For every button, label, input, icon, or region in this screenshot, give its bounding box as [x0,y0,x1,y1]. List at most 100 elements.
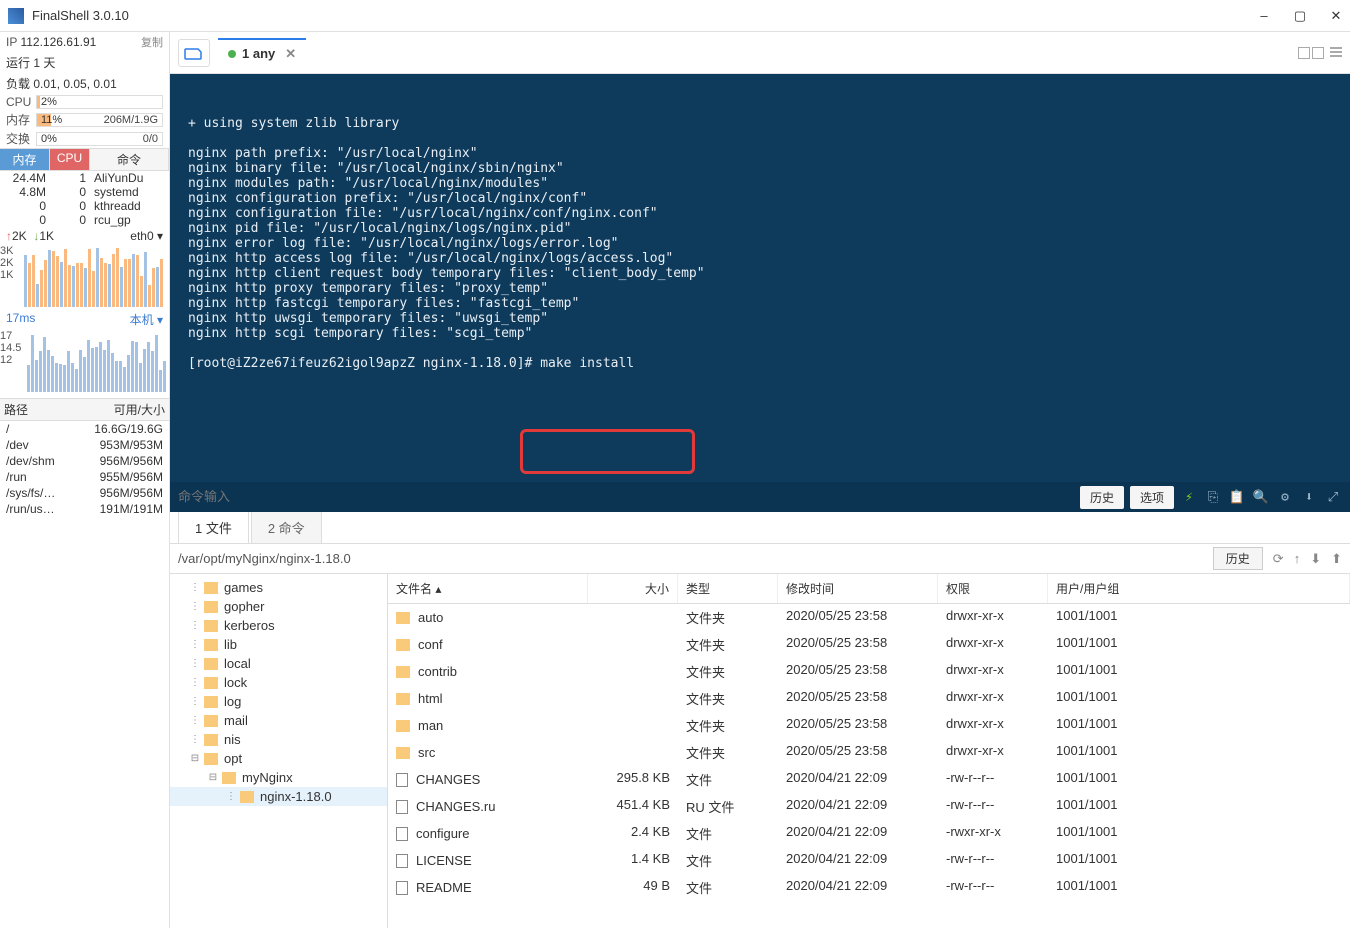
terminal[interactable]: + using system zlib library nginx path p… [170,74,1350,512]
folder-icon [204,753,218,765]
file-row[interactable]: conf文件夹2020/05/25 23:58drwxr-xr-x1001/10… [388,631,1350,658]
tree-item[interactable]: ⋮mail [170,711,387,730]
view-switcher[interactable] [1298,47,1342,59]
path-display[interactable]: /var/opt/myNginx/nginx-1.18.0 [178,551,1213,566]
paste-icon[interactable]: 📋 [1228,490,1246,505]
command-input[interactable] [178,490,1080,505]
download-icon[interactable]: ⬇ [1300,490,1318,505]
file-list: 文件名 ▴ 大小 类型 修改时间 权限 用户/用户组 auto文件夹2020/0… [388,574,1350,928]
ping-row: 17ms 本机 ▾ [0,309,169,330]
app-logo [8,8,24,24]
file-row[interactable]: LICENSE1.4 KB文件2020/04/21 22:09-rw-r--r-… [388,847,1350,874]
search-icon[interactable]: 🔍 [1252,490,1270,505]
disk-row[interactable]: /dev953M/953M [0,437,169,453]
tree-item[interactable]: ⋮lock [170,673,387,692]
disk-row[interactable]: /run/us…191M/191M [0,501,169,517]
options-button[interactable]: 选项 [1130,486,1174,509]
folder-tree[interactable]: ⋮games⋮gopher⋮kerberos⋮lib⋮local⋮lock⋮lo… [170,574,388,928]
folder-icon [396,639,410,651]
tree-item[interactable]: ⋮local [170,654,387,673]
load-row: 负载 0.01, 0.05, 0.01 [0,73,169,94]
file-row[interactable]: contrib文件夹2020/05/25 23:58drwxr-xr-x1001… [388,658,1350,685]
file-row[interactable]: html文件夹2020/05/25 23:58drwxr-xr-x1001/10… [388,685,1350,712]
tree-item[interactable]: ⊟myNginx [170,768,387,787]
history-button[interactable]: 历史 [1080,486,1124,509]
file-icon [396,800,408,814]
download-file-icon[interactable]: ⬇ [1310,551,1321,567]
tree-item[interactable]: ⋮nginx-1.18.0 [170,787,387,806]
process-header: 内存 CPU 命令 [0,148,169,171]
copy-ip-button[interactable]: 复制 [141,34,163,50]
copy-icon[interactable]: ⎘ [1204,490,1222,505]
upload-file-icon[interactable]: ⬆ [1331,551,1342,567]
tree-item[interactable]: ⊟opt [170,749,387,768]
disk-row[interactable]: /dev/shm956M/956M [0,453,169,469]
folder-icon [396,720,410,732]
close-button[interactable]: ✕ [1330,10,1342,22]
file-row[interactable]: src文件夹2020/05/25 23:58drwxr-xr-x1001/100… [388,739,1350,766]
process-row[interactable]: 4.8M0systemd [0,185,169,199]
upload-icon[interactable]: ↑ [1294,551,1301,567]
titlebar: FinalShell 3.0.10 – ▢ ✕ [0,0,1350,32]
file-list-header[interactable]: 文件名 ▴ 大小 类型 修改时间 权限 用户/用户组 [388,574,1350,604]
session-tabs: 1 any ✕ [170,32,1350,74]
process-list: 24.4M1AliYunDu4.8M0systemd00kthreadd00rc… [0,171,169,227]
folder-icon [204,620,218,632]
file-row[interactable]: man文件夹2020/05/25 23:58drwxr-xr-x1001/100… [388,712,1350,739]
mem-stat: 内存 11%206M/1.9G [0,110,169,129]
file-browser: ⋮games⋮gopher⋮kerberos⋮lib⋮local⋮lock⋮lo… [170,574,1350,928]
swap-stat: 交换 0%0/0 [0,129,169,148]
folder-icon [396,666,410,678]
folder-icon [222,772,236,784]
folder-icon [204,696,218,708]
disk-row[interactable]: /run955M/956M [0,469,169,485]
refresh-icon[interactable]: ⟳ [1273,551,1284,567]
file-row[interactable]: configure2.4 KB文件2020/04/21 22:09-rwxr-x… [388,820,1350,847]
tab-files[interactable]: 1 文件 [178,511,249,543]
file-row[interactable]: auto文件夹2020/05/25 23:58drwxr-xr-x1001/10… [388,604,1350,631]
ping-chart [27,332,166,392]
process-row[interactable]: 00rcu_gp [0,213,169,227]
net-chart [24,247,163,307]
disk-row[interactable]: /16.6G/19.6G [0,421,169,437]
folder-icon [240,791,254,803]
app-title: FinalShell 3.0.10 [32,8,1258,23]
tree-item[interactable]: ⋮games [170,578,387,597]
folder-icon [396,747,410,759]
path-history-button[interactable]: 历史 [1213,547,1263,570]
highlight-box [520,429,695,474]
process-row[interactable]: 24.4M1AliYunDu [0,171,169,185]
maximize-button[interactable]: ▢ [1294,10,1306,22]
tab-session[interactable]: 1 any ✕ [218,38,306,68]
tab-commands[interactable]: 2 命令 [251,511,322,543]
file-row[interactable]: README49 B文件2020/04/21 22:09-rw-r--r--10… [388,874,1350,901]
disk-row[interactable]: /sys/fs/…956M/956M [0,485,169,501]
tree-item[interactable]: ⋮gopher [170,597,387,616]
close-tab-icon[interactable]: ✕ [285,46,296,62]
file-icon [396,881,408,895]
folder-icon [204,734,218,746]
expand-icon[interactable]: ⤢ [1324,490,1342,505]
file-icon [396,773,408,787]
tree-item[interactable]: ⋮kerberos [170,616,387,635]
minimize-button[interactable]: – [1258,10,1270,22]
terminal-footer: 历史 选项 ⚡ ⎘ 📋 🔍 ⚙ ⬇ ⤢ [170,482,1350,512]
cpu-stat: CPU 2% [0,94,169,110]
file-row[interactable]: CHANGES.ru451.4 KBRU 文件2020/04/21 22:09-… [388,793,1350,820]
tree-item[interactable]: ⋮lib [170,635,387,654]
folder-icon [204,677,218,689]
process-row[interactable]: 00kthreadd [0,199,169,213]
uptime-row: 运行 1 天 [0,52,169,73]
bottom-tabs: 1 文件 2 命令 [170,512,1350,544]
tree-item[interactable]: ⋮log [170,692,387,711]
folder-icon [204,601,218,613]
ip-row: IP 112.126.61.91 复制 [0,32,169,52]
main: IP 112.126.61.91 复制 运行 1 天 负载 0.01, 0.05… [0,32,1350,928]
gear-icon[interactable]: ⚙ [1276,490,1294,505]
bolt-icon[interactable]: ⚡ [1180,490,1198,505]
home-icon[interactable] [178,39,210,67]
tree-item[interactable]: ⋮nis [170,730,387,749]
content: 1 any ✕ + using system zlib library ngin… [170,32,1350,928]
file-row[interactable]: CHANGES295.8 KB文件2020/04/21 22:09-rw-r--… [388,766,1350,793]
terminal-output: + using system zlib library nginx path p… [188,116,1332,371]
